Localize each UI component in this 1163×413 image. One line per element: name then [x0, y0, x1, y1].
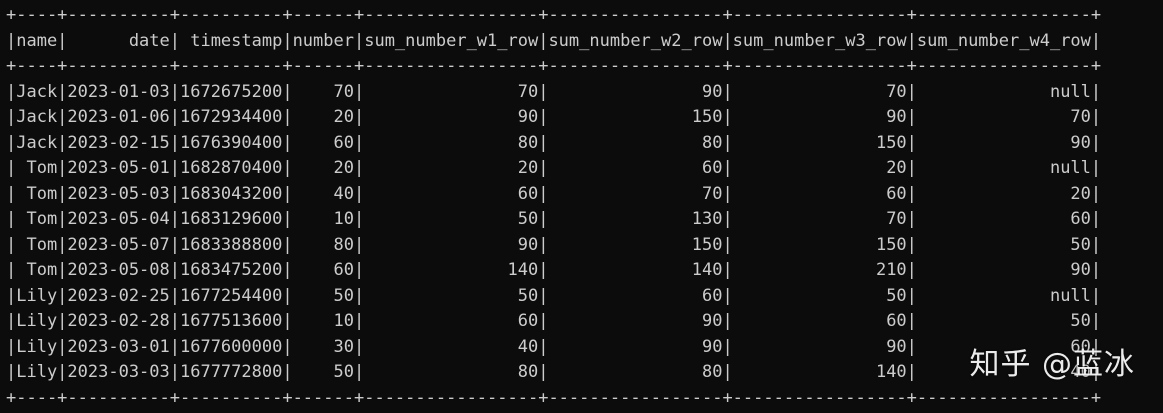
table-row: |Lily|2023-02-25|1677254400| 50| 50| 60|…	[6, 285, 1102, 306]
table-row: | Tom|2023-05-07|1683388800| 80| 90| 150…	[6, 234, 1102, 255]
table-row: |Jack|2023-01-06|1672934400| 20| 90| 150…	[6, 107, 1102, 127]
table-row: |Jack|2023-01-03|1672675200| 70| 70| 90|…	[6, 81, 1102, 102]
table-header-row: |name| date| timestamp|number|sum_number…	[6, 30, 1102, 51]
table-border-header: +----+----------+----------+------+-----…	[6, 56, 1102, 76]
table-border-top: +----+----------+----------+------+-----…	[6, 5, 1102, 25]
table-row: | Tom|2023-05-04|1683129600| 10| 50| 130…	[6, 209, 1102, 229]
table-row: | Tom|2023-05-01|1682870400| 20| 20| 60|…	[6, 158, 1102, 178]
table-row: |Lily|2023-02-28|1677513600| 10| 60| 90|…	[6, 311, 1102, 331]
table-row: | Tom|2023-05-03|1683043200| 40| 60| 70|…	[6, 183, 1102, 204]
table-row: | Tom|2023-05-08|1683475200| 60| 140| 14…	[6, 260, 1102, 280]
table-border-bottom: +----+----------+----------+------+-----…	[6, 387, 1102, 408]
table-row: |Jack|2023-02-15|1676390400| 60| 80| 80|…	[6, 132, 1102, 153]
zhihu-watermark: 知乎 @蓝冰	[969, 347, 1135, 382]
